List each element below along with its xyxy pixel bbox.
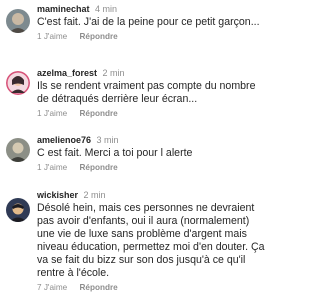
comment-item: azelma_forest 2 min Ils se rendent vraim… bbox=[0, 68, 300, 128]
comment-time: 2 min bbox=[83, 190, 106, 200]
reply-button[interactable]: Répondre bbox=[80, 32, 118, 41]
comment-username[interactable]: wickisher bbox=[37, 190, 78, 200]
avatar[interactable] bbox=[6, 198, 30, 222]
comment-text: C'est fait. J'ai de la peine pour ce pet… bbox=[37, 16, 260, 28]
comment-text: Ils se rendent vraiment pas compte du no… bbox=[37, 80, 256, 105]
comment-username[interactable]: azelma_forest bbox=[37, 68, 97, 78]
like-count[interactable]: 7 J'aime bbox=[37, 283, 67, 292]
reply-button[interactable]: Répondre bbox=[80, 163, 118, 172]
comment-item: amelienoe76 3 min C est fait. Merci a to… bbox=[0, 135, 300, 181]
like-count[interactable]: 1 J'aime bbox=[37, 32, 67, 41]
comment-time: 3 min bbox=[96, 135, 119, 145]
avatar[interactable] bbox=[6, 71, 30, 95]
comment-time: 4 min bbox=[95, 4, 118, 14]
comment-username[interactable]: maminechat bbox=[37, 4, 90, 14]
comment-item: wickisher 2 min Désolé hein, mais ces pe… bbox=[0, 190, 300, 298]
avatar[interactable] bbox=[6, 9, 30, 33]
comment-username[interactable]: amelienoe76 bbox=[37, 135, 91, 145]
avatar[interactable] bbox=[6, 138, 30, 162]
comment-item: maminechat 4 min C'est fait. J'ai de la … bbox=[0, 4, 300, 50]
like-count[interactable]: 1 J'aime bbox=[37, 109, 67, 118]
comment-time: 2 min bbox=[102, 68, 125, 78]
comment-text: Désolé hein, mais ces personnes ne devra… bbox=[37, 202, 265, 279]
reply-button[interactable]: Répondre bbox=[80, 283, 118, 292]
comment-text: C est fait. Merci a toi pour l alerte bbox=[37, 147, 193, 159]
like-count[interactable]: 1 J'aime bbox=[37, 163, 67, 172]
reply-button[interactable]: Répondre bbox=[80, 109, 118, 118]
